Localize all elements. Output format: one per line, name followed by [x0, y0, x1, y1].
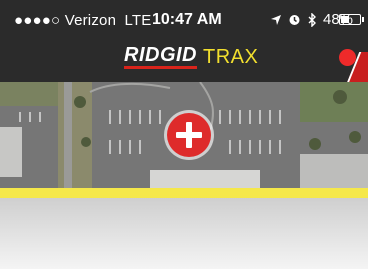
status-time: 10:47 AM	[152, 11, 222, 28]
location-arrow-icon	[271, 14, 281, 25]
highlight-band	[0, 188, 368, 198]
carrier-info: ●●●●○ Verizon LTE	[14, 12, 152, 29]
signal-strength-dots: ●●●●○	[14, 12, 61, 29]
network-type: LTE	[124, 12, 152, 29]
bluetooth-icon	[308, 12, 316, 27]
alert-dot-icon[interactable]	[339, 49, 356, 66]
status-bar: ●●●●○ Verizon LTE 10:47 AM 48%	[0, 0, 368, 40]
carrier-name: Verizon	[64, 12, 117, 29]
battery-nub	[362, 17, 364, 22]
brand-name: RIDGID	[124, 45, 197, 69]
add-button[interactable]	[167, 113, 211, 157]
app-logo: RIDGID TRAX	[124, 42, 258, 72]
product-name: TRAX	[203, 45, 259, 68]
app-top-bar: ●●●●○ Verizon LTE 10:47 AM 48% RIDGID TR…	[0, 0, 368, 88]
battery-icon	[339, 14, 364, 25]
bottom-panel	[0, 198, 368, 269]
alarm-icon	[289, 15, 300, 25]
battery-fill	[341, 16, 349, 23]
